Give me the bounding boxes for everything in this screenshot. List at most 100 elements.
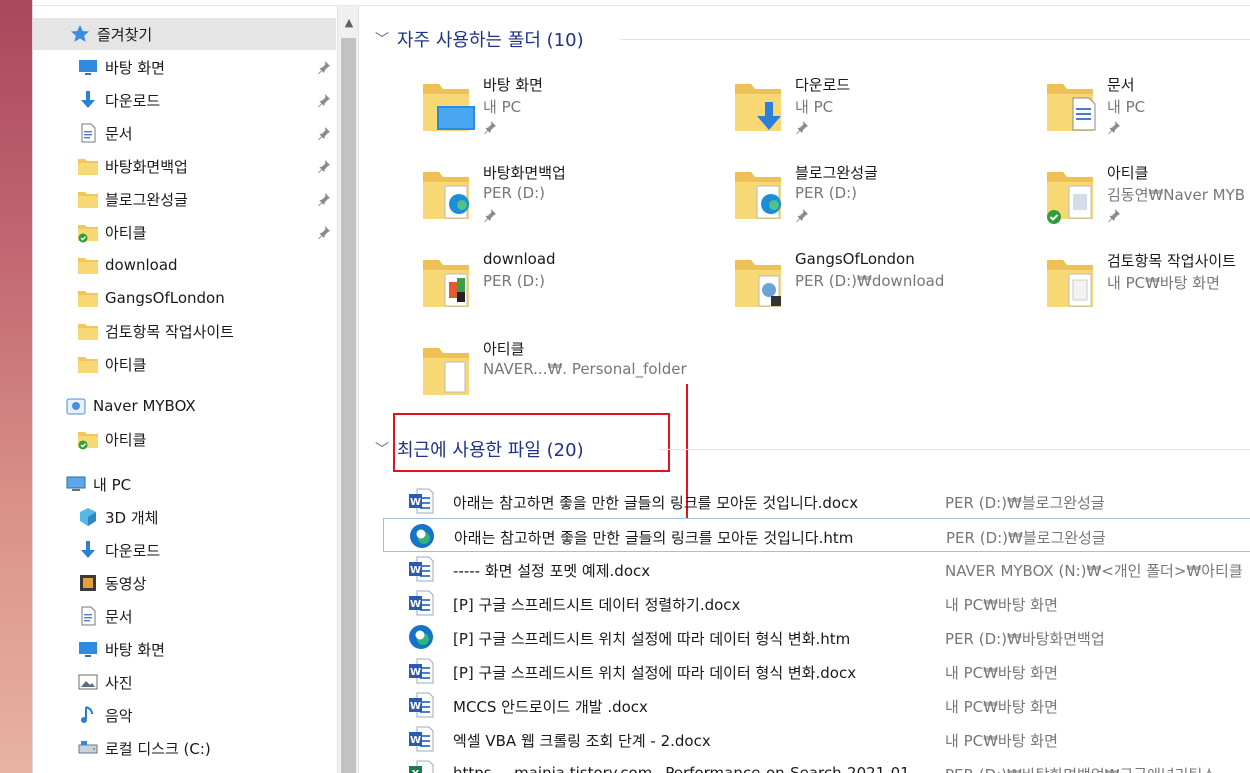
nav-item[interactable]: 음악 xyxy=(33,699,336,731)
cloud-drive-icon xyxy=(65,395,87,417)
folder-name: download xyxy=(483,250,556,268)
folder-tile[interactable]: download PER (D:) xyxy=(421,248,721,328)
nav-item-label: 다운로드 xyxy=(105,91,161,110)
recent-file-row[interactable]: [P] 구글 스프레드시트 위치 설정에 따라 데이터 형식 변화.htm PER… xyxy=(383,620,1250,654)
folder-tile[interactable]: GangsOfLondon PER (D:)₩download xyxy=(733,248,1033,328)
nav-item[interactable]: 다운로드 xyxy=(33,84,336,116)
folder-location: PER (D:) xyxy=(795,184,858,202)
folder-location: NAVER...₩. Personal_folder xyxy=(483,360,687,378)
pin-icon[interactable] xyxy=(317,225,331,240)
recent-file-row[interactable]: W MCCS 안드로이드 개발 .docx 내 PC₩바탕 화면 xyxy=(383,688,1250,722)
nav-item[interactable]: GangsOfLondon xyxy=(33,282,336,314)
chevron-down-icon[interactable]: ﹀ xyxy=(375,439,389,459)
nav-item[interactable]: 다운로드 xyxy=(33,534,336,566)
nav-item[interactable]: 즐겨찾기 xyxy=(33,18,336,50)
file-name: 아래는 참고하면 좋을 만한 글들의 링크를 모아둔 것입니다.docx xyxy=(453,494,859,512)
nav-item[interactable]: 바탕 화면 xyxy=(33,633,336,665)
folder-name: 검토항목 작업사이트 xyxy=(1107,252,1236,270)
nav-item[interactable]: 문서 xyxy=(33,600,336,632)
desktop-icon xyxy=(77,56,99,78)
folder-name: GangsOfLondon xyxy=(795,250,915,268)
chevron-down-icon[interactable]: ﹀ xyxy=(375,29,389,49)
recent-files-header[interactable]: ﹀ 최근에 사용한 파일 (20) xyxy=(375,436,584,462)
nav-item[interactable]: 사진 xyxy=(33,666,336,698)
folder-tile[interactable]: 검토항목 작업사이트 내 PC₩바탕 화면 xyxy=(1045,248,1250,328)
pin-icon[interactable] xyxy=(317,192,331,207)
folder-location: 내 PC xyxy=(483,98,522,116)
file-location: 내 PC₩바탕 화면 xyxy=(945,596,1058,614)
nav-item[interactable]: 아티클 xyxy=(33,348,336,380)
nav-item[interactable]: 아티클 xyxy=(33,423,336,455)
nav-item[interactable]: 3D 개체 xyxy=(33,501,336,533)
file-name: 엑셀 VBA 웹 크롤링 조회 단계 - 2.docx xyxy=(453,732,711,750)
nav-item[interactable]: 동영상 xyxy=(33,567,336,599)
nav-item[interactable]: 바탕 화면 xyxy=(33,51,336,83)
svg-text:W: W xyxy=(410,667,421,678)
folder-tile[interactable]: 바탕화면백업 PER (D:) xyxy=(421,160,721,240)
nav-item[interactable]: 바탕화면백업 xyxy=(33,150,336,182)
folder-icon xyxy=(77,320,99,342)
navigation-scrollbar[interactable]: ▲ xyxy=(337,6,359,773)
pin-icon xyxy=(795,208,809,225)
folder-location: PER (D:) xyxy=(483,272,546,290)
scroll-up-arrow-icon[interactable]: ▲ xyxy=(342,16,356,30)
edge-folder-icon xyxy=(733,164,789,224)
svg-text:W: W xyxy=(410,701,421,712)
scroll-thumb[interactable] xyxy=(341,38,356,773)
folder-tile[interactable]: 문서 내 PC xyxy=(1045,72,1250,152)
svg-text:W: W xyxy=(410,497,421,508)
folder-name: 아티클 xyxy=(1107,164,1149,182)
synced-folder-icon xyxy=(77,221,99,243)
pin-icon xyxy=(483,120,497,137)
recent-file-row[interactable]: 아래는 참고하면 좋을 만한 글들의 링크를 모아둔 것입니다.htm PER (… xyxy=(383,518,1250,552)
nav-item[interactable]: Naver MYBOX xyxy=(33,390,336,422)
word-file-icon: W xyxy=(407,487,435,515)
recent-file-row[interactable]: Xhttps___mainia.tistory.com_-Performance… xyxy=(383,756,1250,773)
nav-item[interactable]: 검토항목 작업사이트 xyxy=(33,315,336,347)
nav-item[interactable]: 로컬 디스크 (C:) xyxy=(33,732,336,764)
nav-item-label: 동영상 xyxy=(105,574,147,593)
recent-file-row[interactable]: W 아래는 참고하면 좋을 만한 글들의 링크를 모아둔 것입니다.docx PER… xyxy=(383,484,1250,518)
nav-item[interactable]: download xyxy=(33,249,336,281)
pin-icon[interactable] xyxy=(317,126,331,141)
folder-icon xyxy=(77,254,99,276)
pc-icon xyxy=(65,473,87,495)
pin-icon[interactable] xyxy=(317,159,331,174)
nav-item-label: 내 PC xyxy=(93,475,132,494)
edge-file-icon xyxy=(407,623,435,651)
download-folder-icon xyxy=(733,76,789,136)
nav-item[interactable]: 블로그완성글 xyxy=(33,183,336,215)
folder-icon xyxy=(77,287,99,309)
nav-item[interactable]: 아티클 xyxy=(33,216,336,248)
header-divider xyxy=(659,449,1250,450)
recent-file-row[interactable]: W [P] 구글 스프레드시트 데이터 정렬하기.docx 내 PC₩바탕 화면 xyxy=(383,586,1250,620)
excel-file-icon: X xyxy=(407,759,435,773)
navigation-pane: 즐겨찾기 바탕 화면 다운로드 문서 바탕화면백업 블로그완성글 아티클 download Ga… xyxy=(33,6,337,773)
nav-item-label: 블로그완성글 xyxy=(105,190,188,209)
pin-icon xyxy=(1107,208,1121,225)
pin-icon[interactable] xyxy=(317,93,331,108)
frequent-folders-header[interactable]: ﹀ 자주 사용하는 폴더 (10) xyxy=(375,26,584,52)
recent-file-row[interactable]: W ----- 화면 설정 포멧 예제.docx NAVER MYBOX (N:)₩… xyxy=(383,552,1250,586)
3d-objects-icon xyxy=(77,506,99,528)
edge-file-icon xyxy=(408,522,436,550)
document-icon xyxy=(77,122,99,144)
desktop-folder-icon xyxy=(421,76,477,136)
music-icon xyxy=(77,704,99,726)
synced-folder-icon xyxy=(1045,164,1101,224)
recent-file-row[interactable]: W 엑셀 VBA 웹 크롤링 조회 단계 - 2.docx 내 PC₩바탕 화면 xyxy=(383,722,1250,756)
nav-item[interactable]: 문서 xyxy=(33,117,336,149)
pin-icon[interactable] xyxy=(317,60,331,75)
recent-file-row[interactable]: W [P] 구글 스프레드시트 위치 설정에 따라 데이터 형식 변화.docx 내… xyxy=(383,654,1250,688)
nav-item-label: 바탕화면백업 xyxy=(105,157,188,176)
folder-name: 다운로드 xyxy=(795,76,851,94)
nav-item-label: 아티클 xyxy=(105,355,147,374)
file-name: https___mainia.tistory.com_-Performance-… xyxy=(453,764,916,773)
folder-tile[interactable]: 다운로드 내 PC xyxy=(733,72,1033,152)
folder-tile[interactable]: 바탕 화면 내 PC xyxy=(421,72,721,152)
folder-tile[interactable]: 블로그완성글 PER (D:) xyxy=(733,160,1033,240)
nav-item[interactable]: 내 PC xyxy=(33,468,336,500)
folder-tile[interactable]: 아티클 김동연₩Naver MYB xyxy=(1045,160,1250,240)
download-icon xyxy=(77,89,99,111)
folder-location: PER (D:) xyxy=(483,184,546,202)
